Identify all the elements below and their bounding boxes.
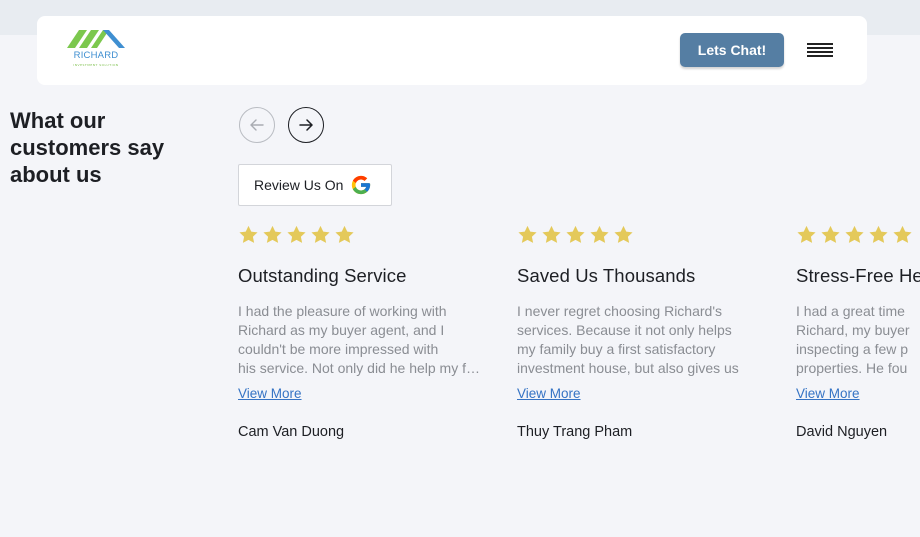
review-us-on-google-button[interactable]: Review Us On xyxy=(238,164,392,206)
lets-chat-button[interactable]: Lets Chat! xyxy=(680,33,784,67)
arrow-right-icon xyxy=(299,119,313,131)
star-icon xyxy=(797,225,816,243)
testimonial-line: I never regret choosing Richard's xyxy=(517,303,722,319)
testimonial-line: I had the pleasure of working with xyxy=(238,303,447,319)
google-icon xyxy=(352,175,371,195)
testimonial-title: Stress-Free He xyxy=(796,265,920,286)
star-icon xyxy=(893,225,912,243)
star-icon xyxy=(542,225,561,243)
star-rating xyxy=(796,224,920,246)
testimonial-author: David Nguyen xyxy=(796,424,888,440)
testimonial-text: I never regret choosing Richard's service… xyxy=(517,302,767,378)
testimonial-author: Thuy Trang Pham xyxy=(517,424,633,440)
brand-tagline: INVESTMENT SOLUTION xyxy=(73,63,119,67)
star-icon xyxy=(335,225,354,243)
testimonial-line: my family buy a first satisfactory xyxy=(517,341,716,357)
testimonial-card: Stress-Free He I had a great time Richard,… xyxy=(796,224,920,440)
testimonial-line: Richard as my buyer agent, and I xyxy=(238,322,445,338)
view-more-link[interactable]: View More xyxy=(517,386,581,401)
hamburger-menu-icon[interactable] xyxy=(807,43,833,59)
section-heading: What our customers say about us xyxy=(10,108,165,187)
testimonial-title: Outstanding Service xyxy=(238,265,407,286)
star-rating xyxy=(238,224,488,246)
star-icon xyxy=(821,225,840,243)
testimonial-line: inspecting a few p xyxy=(796,341,909,357)
testimonial-text: I had a great time Richard, my buyer inspe… xyxy=(796,302,920,378)
testimonial-line: investment house, but also gives us xyxy=(517,360,739,376)
star-icon xyxy=(590,225,609,243)
roof-icon xyxy=(67,30,125,48)
testimonial-title: Saved Us Thousands xyxy=(517,265,696,286)
star-icon xyxy=(287,225,306,243)
testimonial-line: his service. Not only did he help my fam… xyxy=(238,360,482,376)
view-more-link[interactable]: View More xyxy=(796,386,860,401)
testimonial-line: properties. He fou xyxy=(796,360,908,376)
brand-name: RICHARD xyxy=(73,50,119,61)
star-rating xyxy=(517,224,767,246)
testimonial-line: I had a great time xyxy=(796,303,905,319)
next-button[interactable] xyxy=(288,107,324,143)
testimonial-card: Saved Us Thousands I never regret choosin… xyxy=(517,224,767,440)
star-icon xyxy=(869,225,888,243)
review-label: Review Us On xyxy=(254,177,344,193)
testimonial-line: couldn't be more impressed with xyxy=(238,341,439,357)
arrow-left-icon xyxy=(250,119,264,131)
brand-logo[interactable]: RICHARD INVESTMENT SOLUTION xyxy=(67,30,125,72)
star-icon xyxy=(518,225,537,243)
testimonial-line: Richard, my buyer xyxy=(796,322,910,338)
testimonial-line: services. Because it not only helps xyxy=(517,322,732,338)
star-icon xyxy=(239,225,258,243)
star-icon xyxy=(845,225,864,243)
star-icon xyxy=(263,225,282,243)
star-icon xyxy=(566,225,585,243)
testimonial-card: Outstanding Service I had the pleasure of… xyxy=(238,224,488,440)
testimonial-text: I had the pleasure of working with Richar… xyxy=(238,302,488,378)
star-icon xyxy=(614,225,633,243)
testimonial-author: Cam Van Duong xyxy=(238,424,345,440)
star-icon xyxy=(311,225,330,243)
previous-button[interactable] xyxy=(239,107,275,143)
site-header: RICHARD INVESTMENT SOLUTION Lets Chat! xyxy=(37,16,867,85)
view-more-link[interactable]: View More xyxy=(238,386,302,401)
